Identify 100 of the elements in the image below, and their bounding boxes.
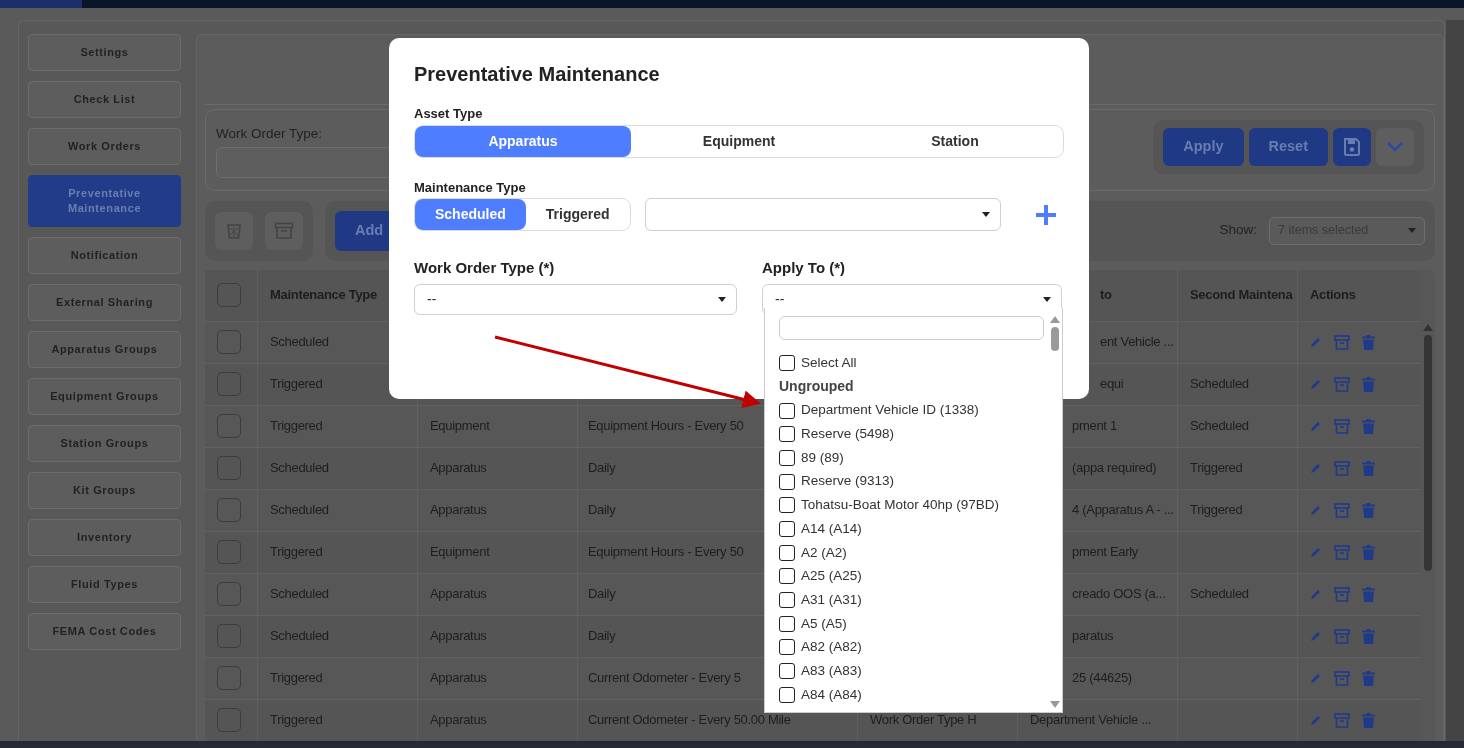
list-option[interactable]: Reserve (5498) (779, 422, 1047, 447)
archive-box-icon[interactable] (1334, 460, 1350, 476)
table-cell-text: 25 (44625) (1072, 669, 1132, 688)
segment-tab[interactable]: Apparatus (415, 125, 631, 157)
checkbox[interactable] (217, 283, 241, 307)
archive-box-icon[interactable] (1334, 334, 1350, 350)
checkbox[interactable] (779, 544, 795, 561)
caret-icon (1408, 228, 1416, 233)
trash-icon[interactable] (1362, 502, 1375, 518)
search-field[interactable] (779, 316, 1044, 340)
list-option[interactable]: A5 (A5) (779, 611, 1047, 636)
table-cell-text: Triggered (1190, 501, 1243, 520)
scroll-up-icon[interactable] (1049, 316, 1060, 323)
pencil-icon[interactable] (1310, 630, 1322, 642)
filter-label: Work Order Type: (216, 124, 324, 143)
checkbox[interactable] (779, 686, 795, 703)
expand-button[interactable] (1376, 127, 1414, 166)
table-cell-text: Triggered (270, 417, 323, 436)
list-option[interactable]: A2 (A2) (779, 540, 1047, 565)
checkbox[interactable] (779, 449, 795, 466)
list-option[interactable]: Tohatsu-Boat Motor 40hp (97BD) (779, 493, 1047, 518)
add-button[interactable] (1036, 202, 1056, 227)
archive-box-icon[interactable] (1334, 418, 1350, 434)
archive-box-icon[interactable] (1334, 544, 1350, 560)
segment-tab[interactable]: Scheduled (415, 199, 526, 230)
archive-box-icon[interactable] (1334, 376, 1350, 392)
column-header: Maintenance Type (270, 286, 377, 305)
archive-box-icon[interactable] (1334, 670, 1350, 686)
trash-icon[interactable] (1362, 544, 1375, 560)
pencil-icon[interactable] (1310, 672, 1322, 684)
plus-icon (1036, 205, 1056, 226)
pencil-icon[interactable] (1310, 378, 1322, 390)
scrollbar-thumb[interactable] (1423, 334, 1432, 571)
pencil-icon[interactable] (1310, 546, 1322, 558)
archive-box-icon[interactable] (1334, 502, 1350, 518)
checkbox[interactable] (779, 592, 795, 609)
delete-button[interactable] (215, 211, 253, 250)
schedule-select[interactable] (644, 198, 1001, 231)
caret-icon (718, 296, 726, 302)
checkbox[interactable] (779, 663, 795, 680)
checkbox[interactable] (217, 372, 241, 396)
segment-tab[interactable]: Equipment (631, 125, 847, 157)
pencil-icon[interactable] (1310, 336, 1322, 348)
list-option[interactable]: Department Vehicle ID (1338) (779, 398, 1047, 423)
pencil-icon[interactable] (1310, 504, 1322, 516)
checkbox[interactable] (779, 615, 795, 632)
pencil-icon[interactable] (1310, 462, 1322, 474)
pencil-icon[interactable] (1310, 714, 1322, 726)
checkbox[interactable] (779, 473, 795, 490)
checkbox[interactable] (217, 414, 241, 438)
scroll-up-icon (1422, 323, 1433, 331)
checkbox[interactable] (779, 497, 795, 514)
trash-icon[interactable] (1362, 586, 1375, 602)
checkbox[interactable] (779, 639, 795, 656)
trash-icon[interactable] (1362, 460, 1375, 476)
checkbox[interactable] (779, 520, 795, 537)
table-cell-text: creado OOS (a... (1072, 585, 1166, 604)
page-scrollbar[interactable] (1446, 19, 1464, 741)
list-option[interactable]: Select All (779, 351, 1047, 375)
segment-tab[interactable]: Station (847, 125, 1063, 157)
table-cell-text: Equipment Hours - Every 50 (588, 417, 744, 436)
scroll-down-icon[interactable] (1049, 701, 1060, 708)
checkbox[interactable] (217, 624, 241, 648)
trash-icon[interactable] (1362, 628, 1375, 644)
checkbox[interactable] (779, 426, 795, 443)
checkbox[interactable] (217, 666, 241, 690)
list-option[interactable]: A83 (A83) (779, 659, 1047, 683)
save-button[interactable] (1333, 127, 1371, 166)
segment-tab[interactable]: Triggered (525, 199, 630, 230)
pencil-icon[interactable] (1310, 588, 1322, 600)
list-option[interactable]: A82 (A82) (779, 635, 1047, 660)
checkbox[interactable] (217, 498, 241, 522)
trash-icon[interactable] (1362, 418, 1375, 434)
archive-button[interactable] (265, 211, 303, 250)
checkbox[interactable] (217, 456, 241, 480)
trash-icon[interactable] (1362, 376, 1375, 392)
archive-box-icon[interactable] (1334, 628, 1350, 644)
list-option[interactable]: A31 (A31) (779, 588, 1047, 612)
list-option[interactable]: A84 (A84) (779, 682, 1047, 707)
trash-icon[interactable] (1362, 334, 1375, 350)
archive-box-icon[interactable] (1334, 586, 1350, 602)
list-option[interactable]: 89 (89) (779, 446, 1047, 470)
list-option[interactable]: A25 (A25) (779, 564, 1047, 589)
list-option[interactable]: A14 (A14) (779, 517, 1047, 541)
work-order-type-select[interactable]: -- (414, 283, 737, 315)
checkbox[interactable] (217, 330, 241, 354)
archive-box-icon[interactable] (1334, 712, 1350, 728)
pencil-icon[interactable] (1310, 420, 1322, 432)
checkbox[interactable] (779, 354, 795, 371)
scrollbar-thumb[interactable] (1050, 327, 1059, 351)
table-cell-text: Daily (588, 501, 616, 520)
checkbox[interactable] (217, 582, 241, 606)
checkbox[interactable] (779, 568, 795, 585)
checkbox[interactable] (779, 402, 795, 419)
checkbox[interactable] (217, 708, 241, 732)
trash-icon[interactable] (1362, 670, 1375, 686)
trash-icon[interactable] (1362, 712, 1375, 728)
checkbox[interactable] (217, 540, 241, 564)
list-option[interactable]: Reserve (9313) (779, 469, 1047, 494)
chevron-down-icon (1386, 140, 1404, 153)
